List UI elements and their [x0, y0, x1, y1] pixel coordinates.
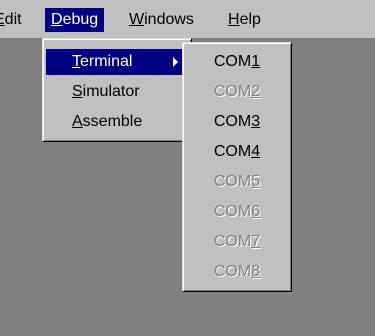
com7-label: COM	[213, 233, 252, 250]
menu-item-terminal-mnemonic: T	[72, 53, 80, 70]
com3-mnemonic: 3	[251, 113, 261, 130]
submenu-item-com2[interactable]: COM2	[186, 77, 288, 107]
debug-dropdown-menu: Terminal Simulator Assemble	[42, 38, 192, 142]
com5-label: COM	[213, 173, 252, 190]
app-window: { "menubar": { "edit": { "pre": "", "ul"…	[0, 0, 375, 336]
menu-item-assemble-mnemonic: A	[72, 113, 83, 130]
com2-label: COM	[213, 83, 252, 100]
com5-mnemonic: 5	[251, 173, 261, 190]
submenu-item-com8[interactable]: COM8	[186, 257, 288, 287]
menu-debug-label: ebug	[62, 11, 99, 28]
com6-mnemonic: 6	[251, 203, 261, 220]
menu-help-mnemonic: H	[228, 11, 240, 28]
com4-mnemonic: 4	[251, 143, 261, 160]
menu-edit-label: dit	[4, 11, 22, 28]
menu-item-terminal[interactable]: Terminal	[46, 49, 188, 75]
submenu-item-com6[interactable]: COM6	[186, 197, 288, 227]
submenu-arrow-icon	[173, 57, 178, 67]
submenu-item-com4[interactable]: COM4	[186, 137, 288, 167]
com1-label: COM	[213, 53, 252, 70]
menu-bar: Edit Debug Windows Help	[0, 0, 375, 38]
submenu-item-com3[interactable]: COM3	[186, 107, 288, 137]
submenu-item-com5[interactable]: COM5	[186, 167, 288, 197]
menu-item-simulator[interactable]: Simulator	[46, 79, 188, 105]
com6-label: COM	[213, 203, 252, 220]
com1-mnemonic: 1	[251, 53, 261, 70]
menu-help[interactable]: Help	[222, 8, 267, 32]
menu-windows-mnemonic: W	[129, 11, 145, 28]
com7-mnemonic: 7	[251, 233, 261, 250]
menu-debug[interactable]: Debug	[45, 8, 105, 32]
menu-item-assemble-label: ssemble	[82, 113, 143, 130]
menu-help-label: elp	[239, 11, 261, 28]
menu-windows-label: indows	[144, 11, 194, 28]
com3-label: COM	[213, 113, 252, 130]
menu-windows[interactable]: Windows	[123, 8, 200, 32]
submenu-item-com1[interactable]: COM1	[186, 47, 288, 77]
submenu-item-com7[interactable]: COM7	[186, 227, 288, 257]
com8-label: COM	[213, 263, 252, 280]
terminal-submenu: COM1 COM2 COM3 COM4 COM5 COM6 COM7 COM8	[182, 42, 292, 292]
com8-mnemonic: 8	[251, 263, 261, 280]
menu-edit[interactable]: Edit	[0, 8, 28, 32]
menu-item-assemble[interactable]: Assemble	[46, 109, 188, 135]
menu-item-simulator-mnemonic: S	[72, 83, 83, 100]
menu-item-simulator-label: imulator	[82, 83, 140, 100]
menu-debug-mnemonic: D	[51, 11, 63, 28]
menu-item-terminal-label: erminal	[80, 53, 133, 70]
com2-mnemonic: 2	[251, 83, 261, 100]
com4-label: COM	[213, 143, 252, 160]
